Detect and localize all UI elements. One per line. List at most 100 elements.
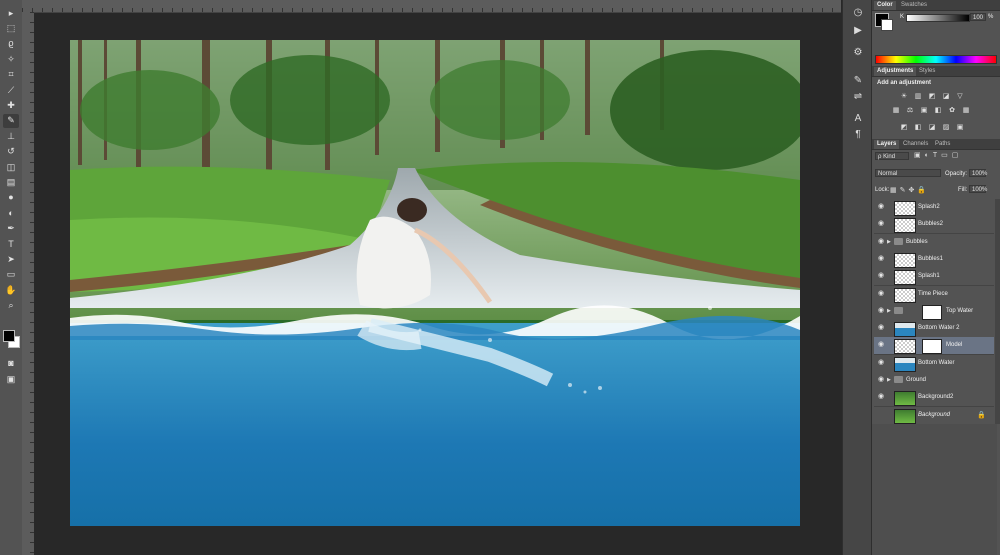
magic-wand-tool-icon[interactable]: ✧ [3, 52, 19, 66]
adjustment-icon[interactable]: ▣ [920, 107, 928, 114]
tab-channels[interactable]: Channels [900, 140, 931, 149]
layer-row[interactable]: ◉ Bottom Water 2 [874, 320, 994, 339]
color-panel-tabs: Color Swatches [872, 0, 1000, 11]
visibility-eye-icon[interactable]: ◉ [877, 359, 885, 367]
type-tool-icon[interactable]: T [3, 237, 19, 251]
visibility-eye-icon[interactable]: ◉ [877, 341, 885, 349]
adjustment-icon[interactable]: ◧ [934, 107, 942, 114]
fill-field[interactable]: 100% [969, 185, 987, 193]
visibility-eye-icon[interactable]: ◉ [877, 393, 885, 401]
paragraph-panel-icon[interactable]: ¶ [852, 128, 864, 140]
layer-row[interactable]: ◉ Time Piece [874, 285, 994, 304]
blend-mode-select[interactable]: Normal [875, 169, 941, 177]
adjustment-icon[interactable]: ◧ [914, 124, 922, 131]
healing-brush-tool-icon[interactable]: ✚ [3, 98, 19, 112]
layer-row[interactable]: ◉ Model [874, 337, 994, 356]
k-value-field[interactable]: 100 [970, 13, 986, 21]
character-panel-icon[interactable]: A [852, 112, 864, 124]
tab-color[interactable]: Color [874, 1, 896, 10]
marquee-tool-icon[interactable]: ⬚ [3, 21, 19, 35]
adjustment-icon[interactable]: ✿ [948, 107, 956, 114]
history-brush-tool-icon[interactable]: ↺ [3, 145, 19, 159]
visibility-eye-icon[interactable]: ◉ [877, 324, 885, 332]
adjustment-icon[interactable]: ⚖ [906, 107, 914, 114]
visibility-eye-icon[interactable]: ◉ [877, 238, 885, 246]
adjustment-icon[interactable]: ◩ [928, 93, 936, 100]
layer-row[interactable]: Background 🔒 [874, 406, 994, 425]
document-canvas[interactable] [70, 40, 800, 526]
tab-paths[interactable]: Paths [932, 140, 953, 149]
visibility-eye-icon[interactable]: ◉ [877, 203, 885, 211]
adjustment-icon[interactable]: ▨ [942, 124, 950, 131]
visibility-eye-icon[interactable] [877, 411, 885, 419]
adjustment-icon[interactable]: ◪ [928, 124, 936, 131]
dodge-tool-icon[interactable]: ◐ [3, 206, 19, 220]
layer-row[interactable]: ◉ Bubbles2 [874, 216, 994, 235]
adjustment-icon[interactable]: ▣ [956, 124, 964, 131]
color-spectrum-bar[interactable] [875, 55, 997, 64]
k-slider[interactable] [906, 14, 970, 22]
adjustment-icon[interactable]: ◪ [942, 93, 950, 100]
tab-styles[interactable]: Styles [916, 67, 938, 76]
adjustment-icon[interactable]: ▦ [962, 107, 970, 114]
adjustment-icon[interactable]: ▥ [914, 93, 922, 100]
expand-arrow-icon[interactable]: ▶ [887, 308, 891, 314]
lock-icons[interactable]: ▦✎✥🔒 [890, 186, 929, 194]
eyedropper-tool-icon[interactable]: ⟋ [3, 83, 19, 97]
pen-tool-icon[interactable]: ✒ [3, 222, 19, 236]
shape-tool-icon[interactable]: ▭ [3, 268, 19, 282]
layer-mask-thumbnail[interactable] [922, 339, 942, 355]
brush-tool-icon[interactable]: ✎ [3, 113, 19, 128]
eraser-tool-icon[interactable]: ◫ [3, 160, 19, 174]
layer-row[interactable]: ◉ Background2 [874, 389, 994, 408]
visibility-eye-icon[interactable]: ◉ [877, 290, 885, 298]
expand-arrow-icon[interactable]: ▶ [887, 239, 891, 245]
adjustment-icon[interactable]: ▦ [892, 107, 900, 114]
tab-adjustments[interactable]: Adjustments [874, 67, 917, 76]
visibility-eye-icon[interactable]: ◉ [877, 272, 885, 280]
adjustment-icon[interactable]: ▽ [956, 93, 964, 100]
path-selection-tool-icon[interactable]: ➤ [3, 252, 19, 266]
layer-row[interactable]: ◉ Bottom Water [874, 354, 994, 373]
layer-row[interactable]: ◉ ▶ Top Water [874, 302, 994, 321]
move-tool-icon[interactable]: ▸ [3, 6, 19, 20]
horizontal-ruler[interactable] [22, 0, 841, 13]
visibility-eye-icon[interactable]: ◉ [877, 255, 885, 263]
expand-arrow-icon[interactable]: ▶ [887, 377, 891, 383]
hand-tool-icon[interactable]: ✋ [3, 283, 19, 297]
layer-filter-kind[interactable]: ρ Kind [875, 152, 909, 160]
layers-scrollbar[interactable] [995, 199, 1000, 424]
crop-tool-icon[interactable]: ⌗ [3, 68, 19, 82]
screen-mode-icon[interactable]: ▣ [3, 372, 19, 386]
layer-row[interactable]: ◉ Bubbles1 [874, 250, 994, 269]
visibility-eye-icon[interactable]: ◉ [877, 376, 885, 384]
adjustment-icon[interactable]: ☀ [900, 93, 908, 100]
layer-filter-icons[interactable]: ▣◐T▭▢ [914, 152, 986, 160]
actions-panel-icon[interactable]: ▶ [852, 24, 864, 36]
visibility-eye-icon[interactable]: ◉ [877, 307, 885, 315]
layer-row[interactable]: ◉ Splash2 [874, 199, 994, 217]
brush-panel-icon[interactable]: ✎ [852, 74, 864, 86]
layer-mask-thumbnail[interactable] [922, 304, 942, 320]
background-color-swatch[interactable] [881, 19, 893, 31]
history-panel-icon[interactable]: ◷ [852, 6, 864, 18]
visibility-eye-icon[interactable]: ◉ [877, 220, 885, 228]
adjustment-icon[interactable]: ◩ [900, 124, 908, 131]
properties-panel-icon[interactable]: ⚙ [852, 46, 864, 58]
layer-list: ◉ Splash2 ◉ Bubbles2 ◉ ▶ Bubbles ◉ Bubbles1 ◉ Spla… [872, 199, 997, 425]
tab-layers[interactable]: Layers [874, 140, 900, 149]
lasso-tool-icon[interactable]: ϱ [3, 37, 19, 51]
layer-thumbnail [894, 408, 916, 424]
zoom-tool-icon[interactable]: ⌕ [3, 299, 19, 313]
quick-mask-icon[interactable]: ◙ [3, 356, 19, 370]
foreground-color-swatch[interactable] [3, 330, 15, 342]
blur-tool-icon[interactable]: ● [3, 191, 19, 205]
tab-swatches[interactable]: Swatches [898, 1, 930, 10]
layer-row[interactable]: ◉ ▶ Ground [874, 372, 994, 390]
clone-stamp-tool-icon[interactable]: ⊥ [3, 129, 19, 143]
layer-row[interactable]: ◉ ▶ Bubbles [874, 233, 994, 252]
brush-presets-icon[interactable]: ⇌ [852, 90, 864, 102]
opacity-field[interactable]: 100% [969, 169, 987, 177]
layer-row[interactable]: ◉ Splash1 [874, 268, 994, 287]
gradient-tool-icon[interactable]: ▤ [3, 175, 19, 189]
